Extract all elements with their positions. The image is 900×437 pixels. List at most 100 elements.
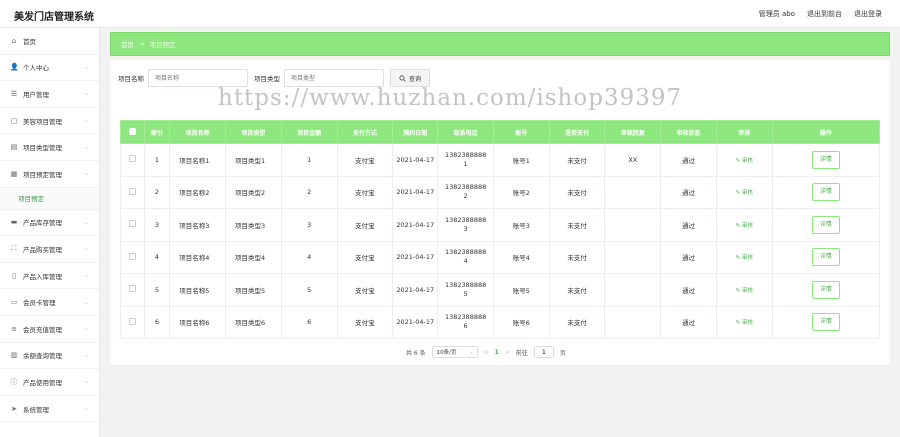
prev-page-button[interactable]: < xyxy=(484,349,489,356)
phone-line: 4 xyxy=(463,257,468,266)
grid-icon: ▦ xyxy=(10,169,18,178)
row-checkbox[interactable] xyxy=(120,273,145,307)
page-number[interactable]: 1 xyxy=(495,349,499,356)
cell-audit: ✎ 审核 xyxy=(715,305,773,339)
audit-link[interactable]: ✎ 审核 xyxy=(736,190,753,196)
cell-reply xyxy=(604,240,662,274)
cell-phone: 1382388888 6 xyxy=(437,305,494,339)
cell-name: 项目名称3 xyxy=(169,208,227,242)
detail-button[interactable]: 详情 xyxy=(811,150,840,169)
phone-line: 3 xyxy=(463,224,468,233)
cell-name: 项目名称5 xyxy=(169,273,227,307)
cell-pay-method: 支付宝 xyxy=(336,208,394,242)
phone-line: 1382388888 xyxy=(444,215,487,224)
cell-status: 通过 xyxy=(660,305,717,339)
page-size-select[interactable]: 10条/页 ⌄ xyxy=(431,346,478,358)
sidebar: ⌂ 首页 👤 个人中心 ⌄ ☰ 用户管理 ⌄ ▢ 美容项目管理 ⌄ ▤ 项目类型管理 ⌄ ▦ 项目预定管理 ⌄ 项… xyxy=(0,28,100,437)
goto-page-input[interactable] xyxy=(533,346,554,358)
row-checkbox[interactable] xyxy=(120,305,145,339)
table-row: 6 项目名称6 项目类型6 6 支付宝 2021-04-17 1382388888 6 账号6 未… xyxy=(120,305,881,339)
detail-button[interactable]: 详情 xyxy=(811,215,840,234)
phone-line: 1382388888 xyxy=(444,313,487,322)
logout-link[interactable]: 退出登录 xyxy=(854,9,882,19)
table-row: 4 项目名称4 项目类型4 4 支付宝 2021-04-17 1382388888 4 账号4 未… xyxy=(120,240,881,274)
detail-button[interactable]: 详情 xyxy=(811,248,840,267)
sidebar-item[interactable]: ▬ 产品库存管理 ⌄ xyxy=(0,210,99,237)
cell-paid: 未支付 xyxy=(548,305,606,339)
table-header-row: 索引 项目名称 项目类型 项目金额 支付方式 预约日期 联系电话 账号 是否支付… xyxy=(120,120,881,144)
watermark: https://www.huzhan.com/ishop39397 xyxy=(218,85,683,111)
sidebar-item[interactable]: 👤 个人中心 ⌄ xyxy=(0,55,99,82)
cell-reply xyxy=(604,273,662,307)
users-icon: ☰ xyxy=(10,89,18,98)
select-all-checkbox[interactable] xyxy=(120,120,145,144)
detail-button[interactable]: 详情 xyxy=(811,280,840,299)
sidebar-item[interactable]: ⛶ 产品购买管理 ⌄ xyxy=(0,236,99,263)
row-checkbox[interactable] xyxy=(120,175,145,209)
detail-button[interactable]: 详情 xyxy=(811,313,840,332)
cell-actions: 详情 xyxy=(771,175,881,209)
sidebar-item-label: 项目预定管理 xyxy=(23,170,62,179)
audit-label: 审核 xyxy=(741,255,753,262)
sidebar-item[interactable]: ▢ 美容项目管理 ⌄ xyxy=(0,108,99,135)
sidebar-item[interactable]: ⓘ 产品使用管理 ⌄ xyxy=(0,369,99,396)
table-row: 1 项目名称1 项目类型1 1 支付宝 2021-04-17 1382388888 1 账号1 未… xyxy=(120,143,881,177)
admin-user-link[interactable]: 管理员 abo xyxy=(759,9,795,19)
cell-audit: ✎ 审核 xyxy=(715,175,773,209)
sidebar-item-label: 会员卡管理 xyxy=(23,299,56,308)
menu-icon: ≡ xyxy=(11,324,17,333)
cell-status: 通过 xyxy=(660,273,717,307)
audit-link[interactable]: ✎ 审核 xyxy=(736,320,753,326)
chevron-down-icon: ⌄ xyxy=(83,245,89,253)
header-name: 项目名称 xyxy=(169,120,227,144)
phone-line: 5 xyxy=(463,289,468,298)
chevron-down-icon: ⌄ xyxy=(83,143,89,151)
search-icon xyxy=(399,74,406,82)
header-actions: 操作 xyxy=(771,120,881,144)
cell-audit: ✎ 审核 xyxy=(715,208,773,242)
cell-status: 通过 xyxy=(660,240,717,274)
header-audit: 审核 xyxy=(715,120,773,144)
cell-amount: 6 xyxy=(280,305,338,339)
chevron-down-icon: ⌄ xyxy=(83,405,89,413)
cell-account: 账号3 xyxy=(492,208,550,242)
audit-link[interactable]: ✎ 审核 xyxy=(736,223,753,229)
cell-index: 6 xyxy=(143,305,171,339)
detail-button[interactable]: 详情 xyxy=(811,183,840,202)
header-phone: 联系电话 xyxy=(437,120,494,144)
cell-status: 通过 xyxy=(660,175,717,209)
cell-index: 4 xyxy=(143,240,171,274)
sidebar-subitem[interactable]: 项目预定 xyxy=(0,187,99,210)
sidebar-item[interactable]: ▯ 产品入库管理 ⌄ xyxy=(0,263,99,290)
sidebar-item[interactable]: ≡ 会员充值管理 ⌄ xyxy=(0,316,99,343)
audit-link[interactable]: ✎ 审核 xyxy=(736,255,753,261)
sidebar-item-label: 产品库存管理 xyxy=(23,219,62,228)
sidebar-item[interactable]: ▭ 会员卡管理 ⌄ xyxy=(0,289,99,316)
chevron-down-icon: ⌄ xyxy=(469,349,474,355)
breadcrumb-home[interactable]: 首页 xyxy=(121,39,134,49)
row-checkbox[interactable] xyxy=(120,240,145,274)
sidebar-item[interactable]: ⌂ 首页 xyxy=(0,28,99,55)
cell-reply xyxy=(604,208,662,242)
sidebar-item[interactable]: ➤ 系统管理 ⌄ xyxy=(0,396,99,423)
exit-to-frontend-link[interactable]: 退出到前台 xyxy=(807,9,842,19)
sidebar-item[interactable]: ☰ 用户管理 ⌄ xyxy=(0,81,99,108)
audit-link[interactable]: ✎ 审核 xyxy=(736,158,753,164)
sidebar-item-label: 项目类型管理 xyxy=(23,144,62,153)
table-row: 5 项目名称5 项目类型5 5 支付宝 2021-04-17 1382388888 5 账号5 未… xyxy=(120,273,881,307)
sidebar-item[interactable]: ▦ 项目预定管理 ⌄ xyxy=(0,161,99,188)
cell-name: 项目名称2 xyxy=(169,175,227,209)
sidebar-item[interactable]: ▤ 项目类型管理 ⌄ xyxy=(0,134,99,161)
sidebar-item-label: 会员充值管理 xyxy=(23,325,62,334)
table-row: 3 项目名称3 项目类型3 3 支付宝 2021-04-17 1382388888 3 账号3 未… xyxy=(120,208,881,242)
sidebar-item[interactable]: ▥ 余额查询管理 ⌄ xyxy=(0,343,99,370)
next-page-button[interactable]: > xyxy=(505,349,510,356)
sidebar-item-label: 美容项目管理 xyxy=(23,117,62,126)
row-checkbox[interactable] xyxy=(120,143,145,177)
row-checkbox[interactable] xyxy=(120,208,145,242)
audit-link[interactable]: ✎ 审核 xyxy=(736,288,753,294)
cell-name: 项目名称1 xyxy=(169,143,227,177)
table-row: 2 项目名称2 项目类型2 2 支付宝 2021-04-17 1382388888 2 账号2 未… xyxy=(120,175,881,209)
audit-label: 审核 xyxy=(741,222,753,229)
cell-actions: 详情 xyxy=(771,273,881,307)
